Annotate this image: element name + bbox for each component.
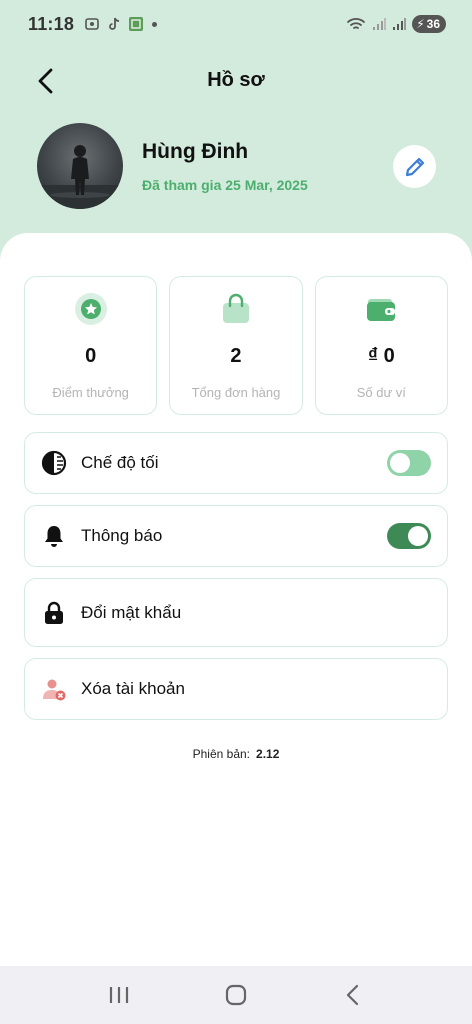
header: Hồ sơ [0, 56, 472, 106]
app-version: Phiên bản: 2.12 [0, 747, 472, 761]
version-number: 2.12 [256, 747, 280, 761]
version-label: Phiên bản: [192, 747, 251, 761]
setting-label: Chế độ tối [81, 453, 159, 472]
page-title: Hồ sơ [207, 69, 265, 91]
join-date: Đã tham gia 25 Mar, 2025 [142, 177, 308, 193]
shopping-bag-icon [218, 291, 254, 327]
signal-icon [373, 18, 387, 30]
pencil-icon [405, 157, 424, 176]
setting-label: Thông báo [81, 526, 163, 545]
stat-label: Số dư ví [356, 385, 406, 400]
stat-value: 0 [85, 345, 97, 367]
dark-mode-toggle[interactable] [387, 450, 431, 476]
battery-indicator: ⚡ 36 [412, 15, 446, 33]
system-back-button[interactable] [338, 980, 368, 1010]
stat-value: ₫ 0 [367, 345, 395, 367]
delete-user-icon [41, 676, 67, 702]
battery-level: 36 [426, 17, 440, 31]
status-time: 11:18 [28, 13, 75, 34]
notifications-toggle[interactable] [387, 523, 431, 549]
stats-row: 0 Điểm thưởng 2 Tổng đơn hàng ₫ 0 Số dư … [24, 276, 448, 415]
wifi-icon [347, 18, 366, 29]
bell-icon [41, 523, 67, 549]
system-icons: ⚡ 36 [346, 15, 446, 33]
charging-icon: ⚡ [416, 17, 425, 31]
toggle-knob [390, 453, 410, 473]
setting-dark-mode[interactable]: Chế độ tối [24, 432, 448, 494]
stat-value: 2 [230, 345, 242, 367]
screenshot-icon [85, 18, 99, 30]
setting-notifications[interactable]: Thông báo [24, 505, 448, 567]
avatar-image [37, 145, 123, 209]
setting-label: Đổi mật khẩu [81, 602, 182, 622]
more-notifications-icon [152, 21, 158, 27]
lock-icon [41, 600, 67, 626]
stat-card-orders[interactable]: 2 Tổng đơn hàng [169, 276, 303, 415]
star-badge-icon [73, 291, 109, 327]
setting-delete-account[interactable]: Xóa tài khoản [24, 658, 448, 720]
stat-card-wallet[interactable]: ₫ 0 Số dư ví [314, 276, 448, 415]
setting-change-password[interactable]: Đổi mật khẩu [24, 578, 448, 647]
content-panel: 0 Điểm thưởng 2 Tổng đơn hàng ₫ 0 Số dư … [0, 233, 472, 966]
home-button[interactable] [221, 980, 251, 1010]
avatar [37, 123, 123, 209]
home-icon [225, 984, 247, 1006]
system-nav-bar [0, 966, 472, 1024]
setting-label: Xóa tài khoản [81, 679, 185, 698]
tiktok-icon [109, 17, 120, 30]
edit-profile-button[interactable] [393, 145, 436, 188]
toggle-knob [408, 526, 428, 546]
signal-icon-2 [393, 18, 407, 30]
stat-label: Tổng đơn hàng [191, 385, 281, 400]
notification-icons [84, 16, 158, 32]
recent-apps-button[interactable] [104, 980, 134, 1010]
contrast-icon [41, 450, 67, 476]
wallet-icon [363, 291, 399, 327]
stat-label: Điểm thưởng [52, 385, 129, 400]
app-icon [129, 17, 144, 31]
back-arrow-icon [347, 984, 359, 1006]
recent-apps-icon [109, 987, 128, 1003]
stat-card-points[interactable]: 0 Điểm thưởng [24, 276, 158, 415]
status-bar: 11:18 ⚡ 36 [0, 0, 472, 48]
user-name: Hùng Đinh [142, 140, 249, 163]
